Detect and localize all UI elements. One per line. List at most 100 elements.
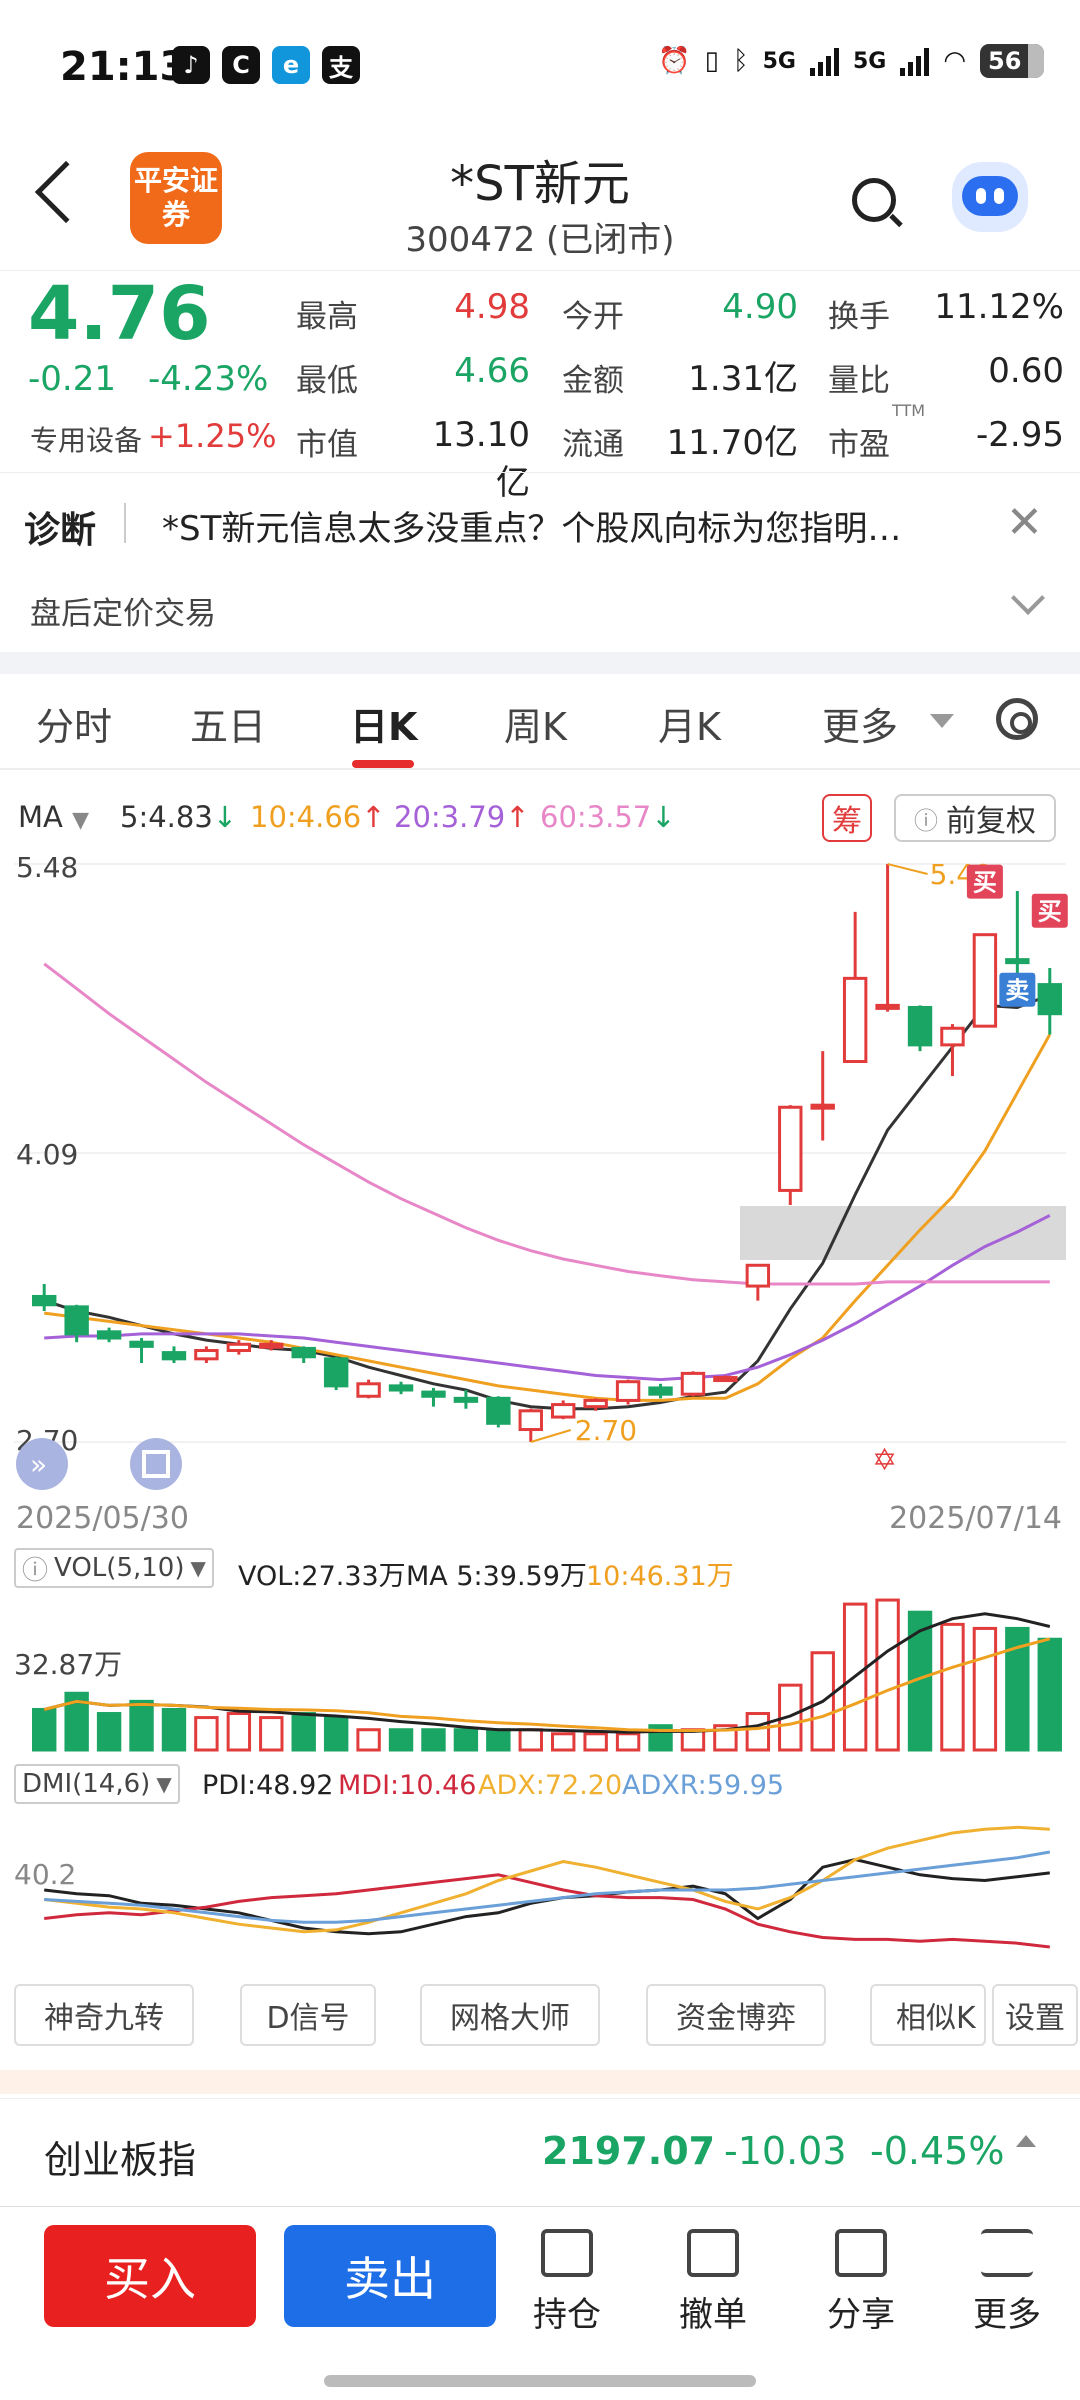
tool-button-d-signal[interactable]: D信号 <box>240 1984 376 2046</box>
caret-down-icon: ▼ <box>190 1556 206 1580</box>
chevron-down-icon[interactable] <box>1011 581 1045 615</box>
candle <box>1005 891 1030 981</box>
chips-button[interactable]: 筹 <box>822 794 872 842</box>
fullscreen-button[interactable] <box>130 1438 182 1490</box>
tab-intraday[interactable]: 分时 <box>36 696 112 751</box>
industry-change[interactable]: +1.25% <box>148 417 276 455</box>
tab-monthly-k[interactable]: 月K <box>658 696 721 751</box>
ai-assistant-icon[interactable] <box>952 162 1028 232</box>
ma-selector[interactable]: MA ▼ <box>18 800 89 834</box>
divider <box>124 503 126 543</box>
candle <box>615 1379 641 1405</box>
volume-bar <box>323 1716 349 1752</box>
dmi-level-label: 40.2 <box>14 1858 76 1891</box>
candle <box>356 1379 381 1399</box>
ma5-value: 5:4.83↓ <box>120 800 238 834</box>
buy-marker[interactable]: 买 <box>1031 893 1068 928</box>
stock-code-status: 300472 (已闭市) <box>405 220 675 260</box>
nav-label: 分享 <box>827 2295 895 2335</box>
active-tab-indicator <box>352 760 414 768</box>
ma-label: MA <box>18 800 63 834</box>
caret-down-icon: ▼ <box>156 1772 172 1796</box>
volume-ma5: MA 5:39.59万 <box>406 1561 587 1592</box>
wifi-icon: ◠ <box>943 46 966 76</box>
sell-button[interactable]: 卖出 <box>284 2225 496 2327</box>
index-value: 2197.07 <box>542 2129 716 2173</box>
tool-button-grid-master[interactable]: 网格大师 <box>420 1984 600 2046</box>
candle <box>745 1263 771 1301</box>
stock-name: *ST新元 <box>450 156 630 212</box>
bluetooth-icon: ᛒ <box>732 46 749 76</box>
ma20-value: 20:3.79↑ <box>394 800 530 834</box>
expand-left-button[interactable]: » <box>16 1438 68 1490</box>
nav-cancel-order[interactable]: 撤单 <box>658 2229 768 2336</box>
tab-more[interactable]: 更多 <box>822 696 898 751</box>
volume-bar <box>875 1598 900 1752</box>
field-label: 市盈 <box>828 427 890 463</box>
volume-bar <box>129 1699 154 1752</box>
candle <box>680 1371 706 1397</box>
adjust-button[interactable]: ⓘ 前复权 <box>894 794 1056 842</box>
volume-bar <box>940 1622 965 1752</box>
low-annotation-line <box>530 1429 572 1443</box>
search-icon[interactable] <box>852 178 896 222</box>
back-arrow-icon[interactable] <box>34 160 98 224</box>
quote-panel: 4.76 -0.21 -4.23% 专用设备 +1.25% 最高 4.98 今开… <box>0 270 1080 503</box>
volume-ma10: 10:46.31万 <box>586 1561 734 1592</box>
dmi-adxr: ADXR:59.95 <box>622 1770 785 1801</box>
industry-name[interactable]: 专用设备 <box>30 419 142 459</box>
dmi-adx-line <box>44 1825 1050 1934</box>
tool-button-settings[interactable]: 设置 <box>992 1984 1078 2046</box>
dmi-legend: DMI(14,6) ▼ PDI:48.92 MDI:10.46 ADX:72.20… <box>0 1762 1080 1806</box>
sell-marker[interactable]: 卖 <box>999 972 1036 1007</box>
diagnose-text[interactable]: *ST新元信息太多没重点？个股风向标为您指明… <box>162 501 1002 550</box>
dmi-chart[interactable]: 40.2 <box>0 1806 1080 1970</box>
volume-bar <box>745 1712 771 1752</box>
candle <box>194 1346 219 1363</box>
field-label: 换手 <box>828 299 890 335</box>
tool-button-nine-turn[interactable]: 神奇九转 <box>14 1984 194 2046</box>
tool-button-similar-k[interactable]: 相似K <box>870 1984 986 2046</box>
volume-chart[interactable]: 32.87万 <box>0 1590 1080 1758</box>
gear-icon[interactable] <box>996 698 1038 740</box>
field-label: 流通 <box>562 427 624 463</box>
field-label: 最高 <box>296 299 358 335</box>
tab-daily-k[interactable]: 日K <box>350 696 417 751</box>
field-value: 0.60 <box>988 351 1064 391</box>
volume-indicator-selector[interactable]: ⓘ VOL(5,10) ▼ <box>14 1548 214 1588</box>
volume-value: VOL:27.33万 <box>238 1561 406 1592</box>
dmi-mdi: MDI:10.46 <box>338 1770 477 1801</box>
svg-text:买: 买 <box>973 869 997 897</box>
tool-button-fund-game[interactable]: 资金博弈 <box>646 1984 826 2046</box>
nav-more[interactable]: 更多 <box>952 2229 1062 2336</box>
after-hours-label: 盘后定价交易 <box>30 596 216 632</box>
signal-icon <box>809 46 839 76</box>
nav-label: 撤单 <box>679 2295 747 2335</box>
candlestick-chart[interactable]: 5.482.70买买卖 5.48 4.09 2.70 2025/05/30 20… <box>0 846 1080 1546</box>
tab-five-day[interactable]: 五日 <box>190 696 266 751</box>
volume-bar <box>161 1707 187 1752</box>
index-ticker[interactable]: 创业板指 2197.07 -10.03 -0.45% <box>0 2098 1080 2206</box>
share-icon <box>835 2229 887 2277</box>
buy-marker[interactable]: 买 <box>966 864 1003 899</box>
e-app-icon: e <box>272 46 310 84</box>
close-icon[interactable]: ✕ <box>1006 497 1043 548</box>
tab-weekly-k[interactable]: 周K <box>504 696 567 751</box>
star-icon[interactable]: ✡ <box>872 1443 897 1478</box>
buy-button[interactable]: 买入 <box>44 2225 256 2327</box>
caret-up-icon[interactable] <box>1016 2135 1036 2147</box>
nav-positions[interactable]: 持仓 <box>512 2229 622 2336</box>
caret-down-icon[interactable] <box>930 714 954 728</box>
price-change: -0.21 <box>28 359 116 399</box>
dmi-indicator-selector[interactable]: DMI(14,6) ▼ <box>14 1764 180 1804</box>
field-label: 金额 <box>562 363 624 399</box>
volume-bar <box>583 1732 608 1752</box>
candle <box>96 1327 122 1343</box>
dmi-adx: ADX:72.20 <box>478 1770 623 1801</box>
diagnose-banner[interactable]: 诊断 *ST新元信息太多没重点？个股风向标为您指明… ✕ <box>0 472 1080 572</box>
field-value: 4.98 <box>454 287 530 327</box>
after-hours-row[interactable]: 盘后定价交易 <box>0 572 1080 652</box>
field-value: -2.95 <box>976 415 1064 455</box>
nav-share[interactable]: 分享 <box>806 2229 916 2336</box>
y-tick-label: 5.48 <box>16 851 78 884</box>
